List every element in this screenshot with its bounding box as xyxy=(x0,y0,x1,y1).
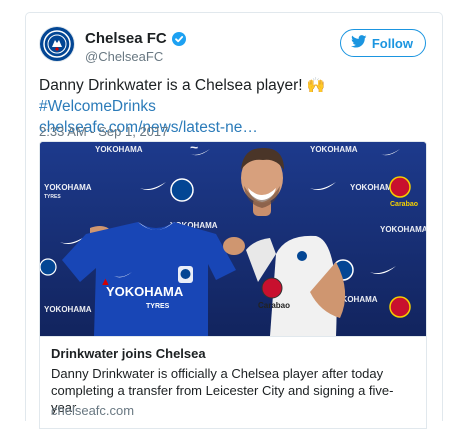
svg-text:YOKOHAMA: YOKOHAMA xyxy=(310,145,358,154)
photo-scene: YOKOHAMA ~ YOKOHAMA YOKOHAMA TYRES YOKOH… xyxy=(40,142,426,336)
verified-badge-icon xyxy=(171,31,186,46)
follow-label: Follow xyxy=(371,35,413,51)
shirt-sponsor-sub: TYRES xyxy=(146,303,170,310)
link-card-body[interactable]: Drinkwater joins Chelsea Danny Drinkwate… xyxy=(40,336,426,428)
svg-text:YOKOHAMA: YOKOHAMA xyxy=(380,225,426,234)
link-preview-card[interactable]: YOKOHAMA ~ YOKOHAMA YOKOHAMA TYRES YOKOH… xyxy=(39,141,427,429)
tweet-card: Chelsea FC @ChelseaFC Follow Danny Drink… xyxy=(25,12,443,429)
tweet-body-text: Danny Drinkwater is a Chelsea player! xyxy=(39,77,307,94)
twitter-bird-icon xyxy=(350,35,367,51)
shirt-sponsor-text: YOKOHAMA xyxy=(106,284,184,299)
svg-text:YOKOHAMA: YOKOHAMA xyxy=(44,305,92,314)
link-card-domain: chelseafc.com xyxy=(51,403,135,418)
author-name-row: Chelsea FC xyxy=(85,30,186,47)
chelsea-crest-icon[interactable] xyxy=(40,27,74,61)
raised-hands-emoji: 🙌 xyxy=(306,77,326,94)
author-display-name[interactable]: Chelsea FC xyxy=(85,30,167,47)
link-card-title[interactable]: Drinkwater joins Chelsea xyxy=(51,346,206,361)
tweet-timestamp[interactable]: 2:33 AM - Sep 1, 2017 xyxy=(39,124,168,139)
player-photo[interactable]: YOKOHAMA ~ YOKOHAMA YOKOHAMA TYRES YOKOH… xyxy=(40,142,426,336)
svg-text:YOKOHAMA: YOKOHAMA xyxy=(44,183,92,192)
backdrop-partner-text: Carabao xyxy=(390,201,418,208)
backdrop-sponsor-sub: TYRES xyxy=(44,194,61,200)
author-handle[interactable]: @ChelseaFC xyxy=(85,49,163,64)
backdrop-sponsor-text: YOKOHAMA xyxy=(95,145,143,154)
player-shirt-partner: Carabao xyxy=(258,301,290,310)
svg-text:▲: ▲ xyxy=(100,276,111,288)
hashtag-link[interactable]: #WelcomeDrinks xyxy=(39,98,156,115)
follow-button[interactable]: Follow xyxy=(339,29,426,57)
svg-text:~: ~ xyxy=(190,142,198,155)
